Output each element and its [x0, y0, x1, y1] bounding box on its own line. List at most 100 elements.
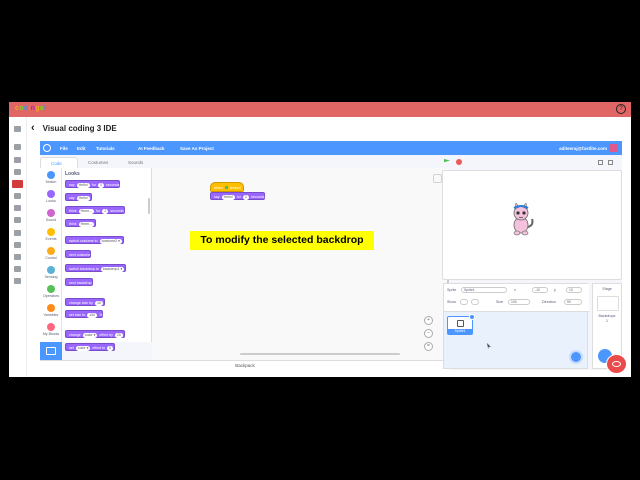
- tab-code[interactable]: Code: [40, 157, 78, 168]
- block-input[interactable]: costume2 ▾: [99, 238, 122, 244]
- category-dot-icon: [47, 285, 55, 293]
- sprite-info: Sprite Sprite1 x -10 y 10 Show Size 100 …: [444, 284, 589, 312]
- category-variables[interactable]: Variables: [40, 304, 62, 317]
- gift-icon[interactable]: [14, 266, 21, 272]
- cat-sprite[interactable]: [507, 203, 535, 237]
- backdrop-thumbnail[interactable]: [597, 296, 619, 311]
- palette-block[interactable]: change size by 10: [65, 298, 105, 306]
- block-input[interactable]: 2: [102, 208, 109, 214]
- stage-canvas[interactable]: [442, 170, 622, 280]
- language-globe-icon[interactable]: [43, 144, 51, 152]
- settings-icon[interactable]: [14, 278, 21, 284]
- home-icon[interactable]: [14, 144, 21, 150]
- block-input[interactable]: 100: [87, 312, 98, 318]
- category-control[interactable]: Control: [40, 247, 62, 260]
- category-dot-icon: [47, 304, 55, 312]
- delete-sprite-icon[interactable]: [469, 314, 475, 320]
- block-input[interactable]: Hello!: [76, 195, 90, 201]
- block-label: change: [69, 333, 81, 337]
- category-sound[interactable]: Sound: [40, 209, 62, 222]
- choose-sprite-button[interactable]: [569, 350, 583, 364]
- palette-block[interactable]: change color ▾ effect by 25: [65, 330, 125, 338]
- category-my-blocks[interactable]: My Blocks: [40, 323, 62, 336]
- block-input[interactable]: 0: [107, 345, 114, 351]
- when-flag-clicked-block[interactable]: when clicked: [210, 182, 244, 192]
- block-input[interactable]: 2: [98, 182, 104, 188]
- code-icon[interactable]: [12, 180, 23, 188]
- palette-block[interactable]: say Hello! for 2 seconds: [65, 180, 121, 188]
- user-email[interactable]: aditeeraj@fastlite.com: [559, 146, 607, 151]
- palette-block[interactable]: think Hmm...: [65, 219, 97, 227]
- palette-block[interactable]: think Hmm... for 2 seconds: [65, 206, 125, 214]
- size-input[interactable]: 100: [508, 299, 530, 305]
- add-extension-button[interactable]: [40, 342, 62, 360]
- block-input[interactable]: 10: [94, 300, 103, 306]
- palette-block[interactable]: switch costume to costume2 ▾: [65, 236, 124, 244]
- category-operators[interactable]: Operators: [40, 285, 62, 298]
- script-say-block[interactable]: say Hello! for 2 seconds: [210, 192, 266, 200]
- category-motion[interactable]: Motion: [40, 171, 62, 184]
- block-input[interactable]: 25: [114, 332, 123, 338]
- document-icon[interactable]: [14, 217, 21, 223]
- small-stage-icon[interactable]: [598, 160, 603, 165]
- say-text-input[interactable]: Hello!: [221, 194, 235, 200]
- sprite-name-input[interactable]: Sprite1: [461, 287, 507, 293]
- book-icon[interactable]: [14, 205, 21, 211]
- script-area[interactable]: when clicked say Hello! for 2 seconds + …: [152, 168, 450, 360]
- x-input[interactable]: -10: [532, 287, 548, 293]
- green-flag-icon[interactable]: [444, 159, 450, 163]
- horizontal-scrollbar[interactable]: [240, 353, 400, 355]
- show-hidden-toggle[interactable]: [471, 299, 479, 305]
- menu-icon[interactable]: [14, 126, 21, 132]
- show-visible-toggle[interactable]: [460, 299, 468, 305]
- menu-tutorials[interactable]: Tutorials: [96, 146, 115, 151]
- tutorial-caption: To modify the selected backdrop: [190, 231, 374, 250]
- category-looks[interactable]: Looks: [40, 190, 62, 203]
- say-label: say: [214, 195, 220, 199]
- zoom-in-icon[interactable]: +: [424, 316, 433, 325]
- avatar[interactable]: [609, 144, 618, 152]
- top-bar: codingal ?: [9, 102, 631, 117]
- globe-icon[interactable]: [14, 157, 21, 163]
- block-input[interactable]: color ▾: [75, 345, 91, 351]
- backpack-bar[interactable]: Backpack: [40, 360, 450, 370]
- palette-block[interactable]: next backdrop: [65, 278, 93, 286]
- record-button[interactable]: [606, 354, 627, 374]
- menu-file[interactable]: File: [60, 146, 68, 151]
- tab-costumes[interactable]: Costumes: [78, 157, 118, 168]
- palette-block[interactable]: say Hello!: [65, 193, 92, 201]
- palette-block[interactable]: switch backdrop to backdrop1 ▾: [65, 264, 127, 272]
- zoom-out-icon[interactable]: −: [424, 329, 433, 338]
- category-events[interactable]: Events: [40, 228, 62, 241]
- menu-edit[interactable]: Edit: [77, 146, 86, 151]
- sprite-thumbnail[interactable]: Sprite1: [447, 314, 475, 335]
- stop-icon[interactable]: [456, 159, 462, 165]
- block-input[interactable]: color ▾: [82, 332, 98, 338]
- block-input[interactable]: Hmm...: [78, 208, 95, 214]
- direction-input[interactable]: 90: [564, 299, 582, 305]
- block-label: next costume: [69, 253, 91, 257]
- calendar-icon[interactable]: [14, 230, 21, 236]
- help-icon[interactable]: ?: [616, 104, 626, 114]
- puzzle-icon[interactable]: [14, 169, 21, 175]
- category-sensing[interactable]: Sensing: [40, 266, 62, 279]
- broadcast-icon[interactable]: [14, 254, 21, 260]
- block-input[interactable]: Hello!: [76, 182, 90, 188]
- menu-ai-feedback[interactable]: AI Feedback: [138, 146, 165, 151]
- palette-block[interactable]: set color ▾ effect to 0: [65, 343, 116, 351]
- palette-block[interactable]: next costume: [65, 250, 92, 258]
- full-stage-icon[interactable]: [608, 160, 613, 165]
- zoom-reset-icon[interactable]: =: [424, 342, 433, 351]
- palette-scrollbar[interactable]: [148, 198, 150, 214]
- back-arrow-icon[interactable]: ‹: [31, 122, 35, 134]
- menu-save-as-project[interactable]: Save As Project: [180, 146, 214, 151]
- y-input[interactable]: 10: [566, 287, 582, 293]
- say-seconds-input[interactable]: 2: [243, 194, 249, 200]
- tab-sounds[interactable]: Sounds: [118, 157, 152, 168]
- palette-block[interactable]: set size to 100 %: [65, 310, 104, 318]
- block-label: set: [69, 346, 74, 350]
- block-input[interactable]: Hmm...: [78, 221, 95, 227]
- chat-icon[interactable]: [14, 242, 21, 248]
- robot-icon[interactable]: [14, 193, 21, 199]
- block-input[interactable]: backdrop1 ▾: [100, 266, 125, 272]
